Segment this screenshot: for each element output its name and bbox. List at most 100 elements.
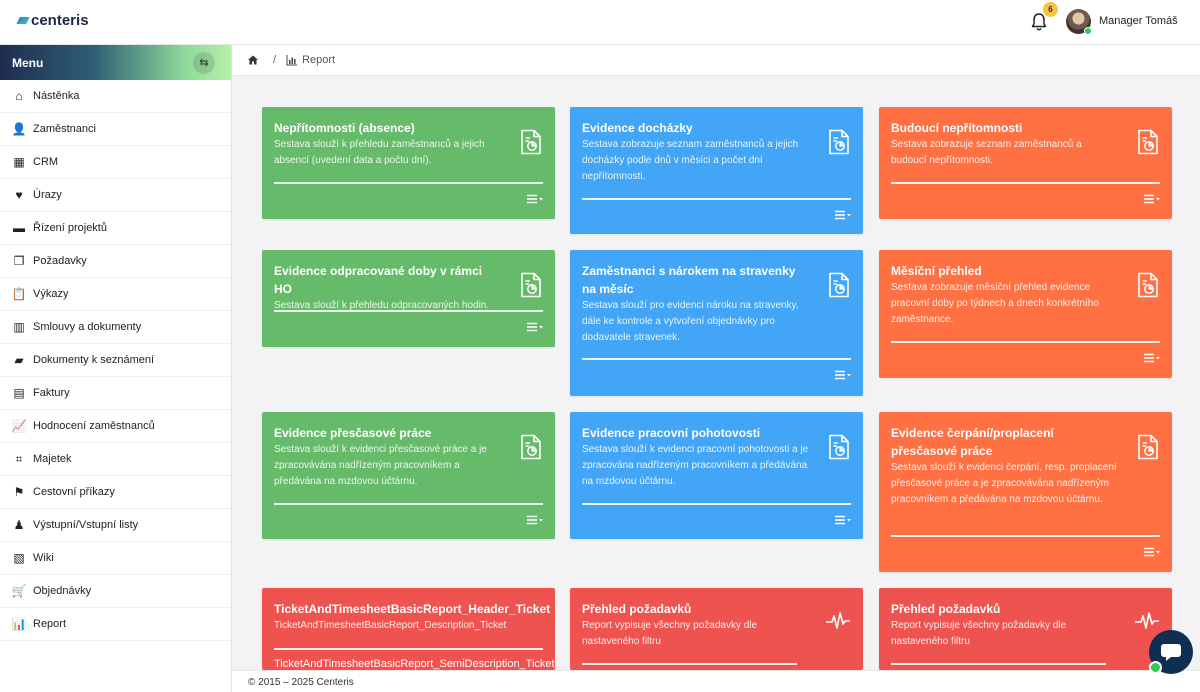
sidebar-item[interactable]: ▦ CRM bbox=[0, 146, 231, 179]
sidebar-item-label: Dokumenty k seznámení bbox=[33, 354, 155, 366]
sidebar-item-label: Wiki bbox=[33, 552, 54, 564]
card-divider bbox=[582, 503, 851, 505]
sidebar-item[interactable]: 🛒 Objednávky bbox=[0, 575, 231, 608]
sidebar-item[interactable]: ▤ Faktury bbox=[0, 377, 231, 410]
online-status-dot bbox=[1084, 27, 1092, 35]
sidebar-item[interactable]: 📊 Report bbox=[0, 608, 231, 641]
book-icon: ▰ bbox=[14, 353, 24, 367]
report-card-title[interactable]: Měsíční přehled bbox=[891, 262, 1160, 280]
card-divider bbox=[891, 341, 1160, 343]
report-card[interactable]: Zaměstnanci s nárokem na stravenky na mě… bbox=[570, 250, 863, 396]
sidebar-item-label: Úrazy bbox=[33, 189, 62, 201]
card-divider bbox=[274, 310, 543, 312]
sidebar-item[interactable]: ❐ Požadavky bbox=[0, 245, 231, 278]
report-card[interactable]: Evidence pracovní pohotovosti Sestava slo… bbox=[570, 412, 863, 539]
report-card-title[interactable]: Přehled požadavků bbox=[891, 600, 1160, 618]
footer: © 2015 – 2025 Centeris bbox=[232, 670, 1200, 692]
card-divider bbox=[891, 535, 1160, 537]
sidebar-item[interactable]: ▥ Smlouvy a dokumenty bbox=[0, 311, 231, 344]
report-card-title[interactable]: Evidence docházky bbox=[582, 119, 851, 137]
report-document-icon bbox=[1138, 272, 1158, 298]
report-card-description: Sestava slouží k evidenci pracovní pohot… bbox=[582, 444, 809, 487]
sidebar-item[interactable]: 📈 Hodnocení zaměstnanců bbox=[0, 410, 231, 443]
heart-icon: ♥ bbox=[15, 188, 23, 202]
card-menu-icon[interactable] bbox=[527, 515, 543, 525]
report-card[interactable]: Evidence odpracované doby v rámci HO Sest… bbox=[262, 250, 555, 347]
sidebar-item[interactable]: ▬ Řízení projektů bbox=[0, 212, 231, 245]
logo-mark-icon bbox=[16, 17, 30, 24]
report-card[interactable]: Budoucí nepřítomnosti Sestava zobrazuje s… bbox=[879, 107, 1172, 219]
home-icon: ⌂ bbox=[15, 89, 23, 103]
sidebar-item[interactable]: 📋 Výkazy bbox=[0, 278, 231, 311]
report-card-description: Report vypisuje všechny požadavky dle na… bbox=[891, 620, 1067, 647]
card-divider bbox=[891, 663, 1106, 665]
cart-icon: 🛒 bbox=[11, 584, 27, 598]
report-card[interactable]: Nepřítomnosti (absence) Sestava slouží k … bbox=[262, 107, 555, 219]
card-menu-icon[interactable] bbox=[527, 194, 543, 204]
sidebar-item-label: Výstupní/Vstupní listy bbox=[33, 519, 139, 531]
bar-chart-icon bbox=[286, 55, 298, 66]
sidebar-item-label: Požadavky bbox=[33, 255, 87, 267]
sidebar-item[interactable]: 👤 Zaměstnanci bbox=[0, 113, 231, 146]
card-divider bbox=[582, 358, 851, 360]
card-divider bbox=[274, 182, 543, 184]
collapse-toggle-icon[interactable]: ⇆ bbox=[193, 51, 215, 74]
report-card[interactable]: Přehled požadavků Report vypisuje všechny… bbox=[570, 588, 863, 670]
sidebar-item-label: Hodnocení zaměstnanců bbox=[33, 420, 155, 432]
card-menu-icon[interactable] bbox=[835, 210, 851, 220]
signpost-icon: ⚑ bbox=[13, 485, 25, 499]
card-menu-icon[interactable] bbox=[1144, 547, 1160, 557]
report-card[interactable]: Evidence čerpání/proplacení přesčasové p… bbox=[879, 412, 1172, 572]
sidebar-item[interactable]: ♥ Úrazy bbox=[0, 179, 231, 212]
home-icon[interactable] bbox=[247, 54, 259, 66]
report-card-description: Sestava slouží k evidenci přesčasové prá… bbox=[274, 444, 487, 487]
user-name[interactable]: Manager Tomáš bbox=[1099, 15, 1178, 27]
centeris-logo[interactable]: centeris bbox=[16, 12, 89, 29]
report-card-title[interactable]: Evidence čerpání/proplacení přesčasové p… bbox=[891, 424, 1160, 460]
report-card[interactable]: Přehled požadavků Report vypisuje všechny… bbox=[879, 588, 1172, 670]
sidebar-item-label: Report bbox=[33, 618, 67, 630]
invoice-icon: ▤ bbox=[13, 386, 25, 400]
report-card-title[interactable]: Evidence přesčasové práce bbox=[274, 424, 543, 442]
grid-icon: ▦ bbox=[13, 155, 25, 169]
sidebar-item-label: Zaměstnanci bbox=[33, 123, 96, 135]
report-card[interactable]: TicketAndTimesheetBasicReport_Header_Tic… bbox=[262, 588, 555, 670]
report-document-icon bbox=[521, 272, 541, 298]
sidebar-item[interactable]: ⌗ Majetek bbox=[0, 443, 231, 476]
chat-icon: ▬ bbox=[13, 221, 25, 235]
sidebar-item[interactable]: ♟ Výstupní/Vstupní listy bbox=[0, 509, 231, 542]
report-card-title[interactable]: Přehled požadavků bbox=[582, 600, 851, 618]
clipboard-icon: 📋 bbox=[11, 287, 27, 301]
report-card-title[interactable]: Zaměstnanci s nárokem na stravenky na mě… bbox=[582, 262, 851, 298]
card-menu-icon[interactable] bbox=[1144, 353, 1160, 363]
report-card[interactable]: Měsíční přehled Sestava zobrazuje měsíční… bbox=[879, 250, 1172, 378]
report-card-title[interactable]: TicketAndTimesheetBasicReport_Header_Tic… bbox=[274, 600, 550, 618]
report-document-icon bbox=[829, 434, 849, 460]
sidebar-item-label: Řízení projektů bbox=[33, 222, 107, 234]
report-card[interactable]: Evidence docházky Sestava zobrazuje sezna… bbox=[570, 107, 863, 234]
card-menu-icon[interactable] bbox=[1144, 194, 1160, 204]
report-card-title[interactable]: Evidence odpracované doby v rámci HO bbox=[274, 262, 543, 298]
report-card-description: TicketAndTimesheetBasicReport_Descriptio… bbox=[274, 620, 507, 631]
chart-line-icon: 📈 bbox=[11, 419, 27, 433]
report-card[interactable]: Evidence přesčasové práce Sestava slouží … bbox=[262, 412, 555, 539]
report-document-icon bbox=[521, 434, 541, 460]
report-card-title[interactable]: Evidence pracovní pohotovosti bbox=[582, 424, 851, 442]
report-card-title[interactable]: Nepřítomnosti (absence) bbox=[274, 119, 543, 137]
sidebar-item[interactable]: ▧ Wiki bbox=[0, 542, 231, 575]
card-menu-icon[interactable] bbox=[835, 515, 851, 525]
sidebar-item[interactable]: ▰ Dokumenty k seznámení bbox=[0, 344, 231, 377]
card-menu-icon[interactable] bbox=[527, 322, 543, 332]
card-divider bbox=[274, 503, 543, 505]
sidebar-item-label: Cestovní příkazy bbox=[33, 486, 115, 498]
report-document-icon bbox=[521, 129, 541, 155]
sidebar: Menu ⇆ ⌂ Nástěnka 👤 Zaměstnanci ▦ CRM ♥ Úrazy ▬ Ř… bbox=[0, 45, 232, 692]
report-card-title[interactable]: Budoucí nepřítomnosti bbox=[891, 119, 1160, 137]
card-menu-icon[interactable] bbox=[835, 370, 851, 380]
sidebar-item-label: Majetek bbox=[33, 453, 72, 465]
logo-text: centeris bbox=[31, 12, 89, 29]
report-card-description: Sestava slouží k evidenci čerpání, resp.… bbox=[891, 462, 1117, 505]
sidebar-item[interactable]: ⚑ Cestovní příkazy bbox=[0, 476, 231, 509]
sidebar-item[interactable]: ⌂ Nástěnka bbox=[0, 80, 231, 113]
report-document-icon bbox=[1138, 434, 1158, 460]
